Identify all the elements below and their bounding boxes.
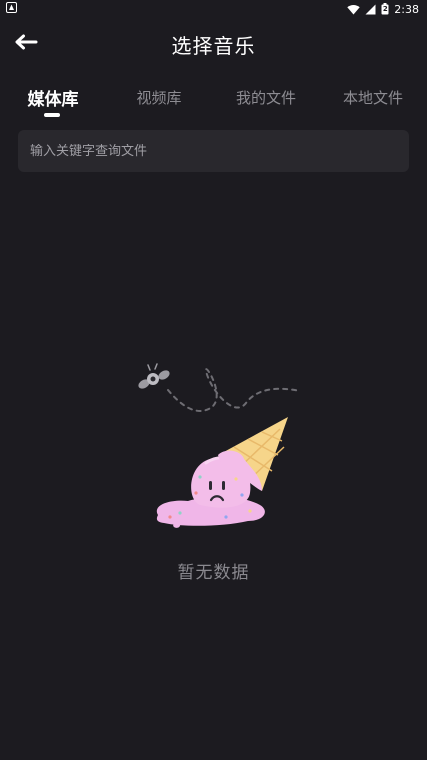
empty-state-illustration <box>130 355 310 545</box>
status-bar: 2 2:38 <box>0 0 427 18</box>
tab-local-files[interactable]: 本地文件 <box>333 80 413 114</box>
empty-state-message: 暂无数据 <box>177 563 250 583</box>
arrow-left-icon <box>14 34 38 54</box>
music-picker-screen: 2 2:38 选择音乐 媒体库 视频库 我的文件 本地文件 输入关键字查询文件 … <box>0 0 427 760</box>
status-time: 2:38 <box>394 2 419 16</box>
active-tab-indicator <box>44 113 60 117</box>
battery-icon: 2 <box>381 3 389 15</box>
status-left <box>6 2 17 16</box>
back-button[interactable] <box>10 30 42 58</box>
header: 选择音乐 <box>0 24 427 64</box>
status-right: 2 2:38 <box>347 3 419 16</box>
signal-icon <box>365 4 376 15</box>
page-title: 选择音乐 <box>171 33 256 58</box>
melted-ice-cream-icon <box>138 363 301 528</box>
search-input[interactable] <box>30 143 409 159</box>
tab-bar: 媒体库 视频库 我的文件 本地文件 <box>0 80 427 120</box>
battery-level: 2 <box>382 5 388 13</box>
android-notification-icon <box>6 2 17 16</box>
wifi-icon <box>347 4 360 15</box>
tab-media-library[interactable]: 媒体库 <box>18 80 88 114</box>
tab-my-files[interactable]: 我的文件 <box>226 80 306 114</box>
search-box <box>18 130 409 172</box>
fly-icon <box>138 363 170 389</box>
tab-video-library[interactable]: 视频库 <box>124 80 194 114</box>
